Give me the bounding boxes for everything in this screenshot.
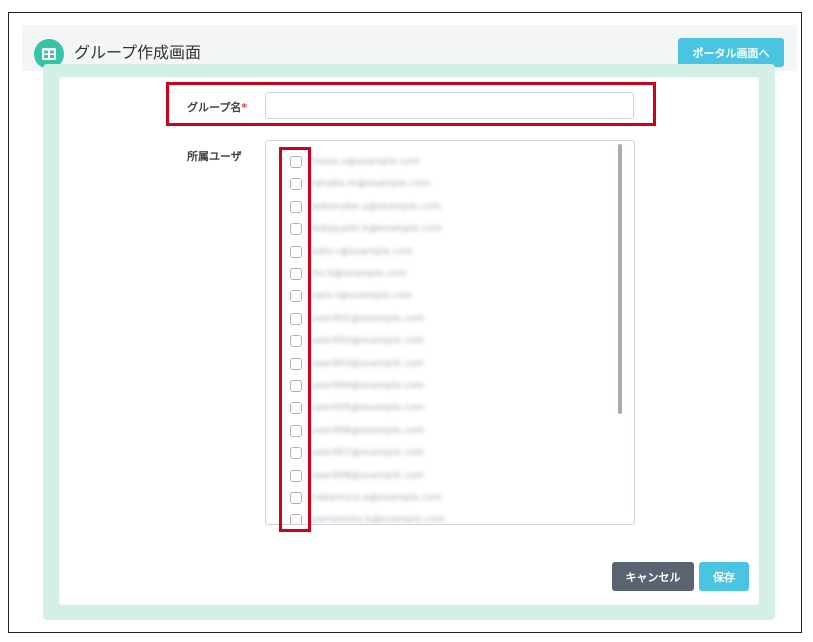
user-list[interactable]: inoue.s@example.com tanaka.m@example.com w… bbox=[265, 140, 635, 525]
user-list-item[interactable]: nakamura.a@example.com bbox=[290, 490, 442, 506]
portal-button[interactable]: ポータル画面へ bbox=[678, 38, 784, 67]
user-email: user004@example.com bbox=[312, 381, 425, 391]
user-checkbox[interactable] bbox=[290, 156, 302, 168]
user-checkbox[interactable] bbox=[290, 469, 302, 482]
user-checkbox[interactable] bbox=[290, 290, 302, 303]
group-name-label: グループ名* bbox=[187, 99, 247, 115]
user-checkbox[interactable] bbox=[290, 200, 302, 213]
user-email: user003@example.com bbox=[312, 358, 425, 369]
group-name-input[interactable] bbox=[265, 92, 634, 119]
user-checkbox[interactable] bbox=[290, 447, 302, 460]
user-email: user005@example.com bbox=[312, 403, 425, 414]
members-label: 所属ユーザ bbox=[187, 150, 242, 163]
page-title: グループ作成画面 bbox=[74, 43, 202, 62]
user-list-item[interactable]: kato.r@example.com bbox=[290, 244, 413, 260]
user-list-item[interactable]: ito.h@example.com bbox=[290, 266, 407, 282]
user-list-item[interactable]: watanabe.y@example.com bbox=[290, 199, 441, 215]
user-list-item[interactable]: tanaka.m@example.com bbox=[290, 176, 430, 192]
user-list-item[interactable]: user002@example.com bbox=[290, 333, 424, 349]
form-card: グループ名* 所属ユーザ inoue.s@example.com tanaka.m… bbox=[59, 77, 759, 605]
user-list-item[interactable]: user005@example.com bbox=[290, 400, 424, 416]
required-mark: * bbox=[241, 101, 248, 114]
user-list-item[interactable]: sato.t@example.com bbox=[290, 288, 413, 304]
user-email: user002@example.com bbox=[312, 336, 425, 347]
form-panel: グループ名* 所属ユーザ inoue.s@example.com tanaka.m… bbox=[43, 64, 775, 620]
user-list-item[interactable]: yamamoto.k@example.com bbox=[290, 512, 445, 525]
user-checkbox[interactable] bbox=[290, 380, 302, 392]
user-checkbox[interactable] bbox=[290, 223, 302, 236]
user-email: ito.h@example.com bbox=[312, 269, 407, 279]
scroll-thumb[interactable] bbox=[618, 144, 622, 414]
user-checkbox[interactable] bbox=[290, 402, 302, 415]
user-checkbox[interactable] bbox=[290, 424, 302, 437]
window-frame: グループ作成画面 ポータル画面へ グループ名* 所属ユーザ inoue.s@ex… bbox=[8, 12, 802, 633]
user-email: sato.t@example.com bbox=[312, 291, 413, 302]
user-checkbox[interactable] bbox=[290, 178, 302, 191]
user-list-item[interactable]: user001@example.com bbox=[290, 311, 424, 327]
user-checkbox[interactable] bbox=[290, 335, 302, 348]
user-email: nakamura.a@example.com bbox=[312, 493, 443, 503]
user-email: user007@example.com bbox=[312, 448, 425, 459]
user-list-item[interactable]: inoue.s@example.com bbox=[290, 154, 420, 170]
user-list-item[interactable]: user008@example.com bbox=[290, 468, 424, 484]
user-email: tanaka.m@example.com bbox=[312, 179, 431, 190]
user-email: kobayashi.k@example.com bbox=[312, 224, 443, 235]
group-name-label-text: グループ名 bbox=[187, 101, 242, 114]
cancel-button[interactable]: キャンセル bbox=[612, 562, 694, 591]
user-checkbox[interactable] bbox=[290, 492, 302, 504]
user-list-item[interactable]: user006@example.com bbox=[290, 423, 424, 439]
user-checkbox[interactable] bbox=[290, 357, 302, 370]
user-email: user008@example.com bbox=[312, 470, 425, 481]
user-checkbox[interactable] bbox=[290, 514, 302, 524]
save-button[interactable]: 保存 bbox=[699, 562, 749, 591]
user-email: user006@example.com bbox=[312, 425, 425, 436]
user-checkbox[interactable] bbox=[290, 312, 302, 325]
user-email: kato.r@example.com bbox=[312, 246, 414, 257]
user-checkbox[interactable] bbox=[290, 268, 302, 280]
user-email: yamamoto.k@example.com bbox=[312, 515, 445, 525]
user-list-item[interactable]: user003@example.com bbox=[290, 356, 424, 372]
user-email: inoue.s@example.com bbox=[312, 157, 421, 167]
user-checkbox[interactable] bbox=[290, 245, 302, 258]
user-list-item[interactable]: kobayashi.k@example.com bbox=[290, 221, 442, 237]
user-list-item[interactable]: user004@example.com bbox=[290, 378, 424, 394]
user-list-item[interactable]: user007@example.com bbox=[290, 445, 424, 461]
user-email: watanabe.y@example.com bbox=[312, 201, 441, 212]
user-list-scrollbar[interactable] bbox=[618, 141, 624, 524]
user-email: user001@example.com bbox=[312, 313, 425, 324]
